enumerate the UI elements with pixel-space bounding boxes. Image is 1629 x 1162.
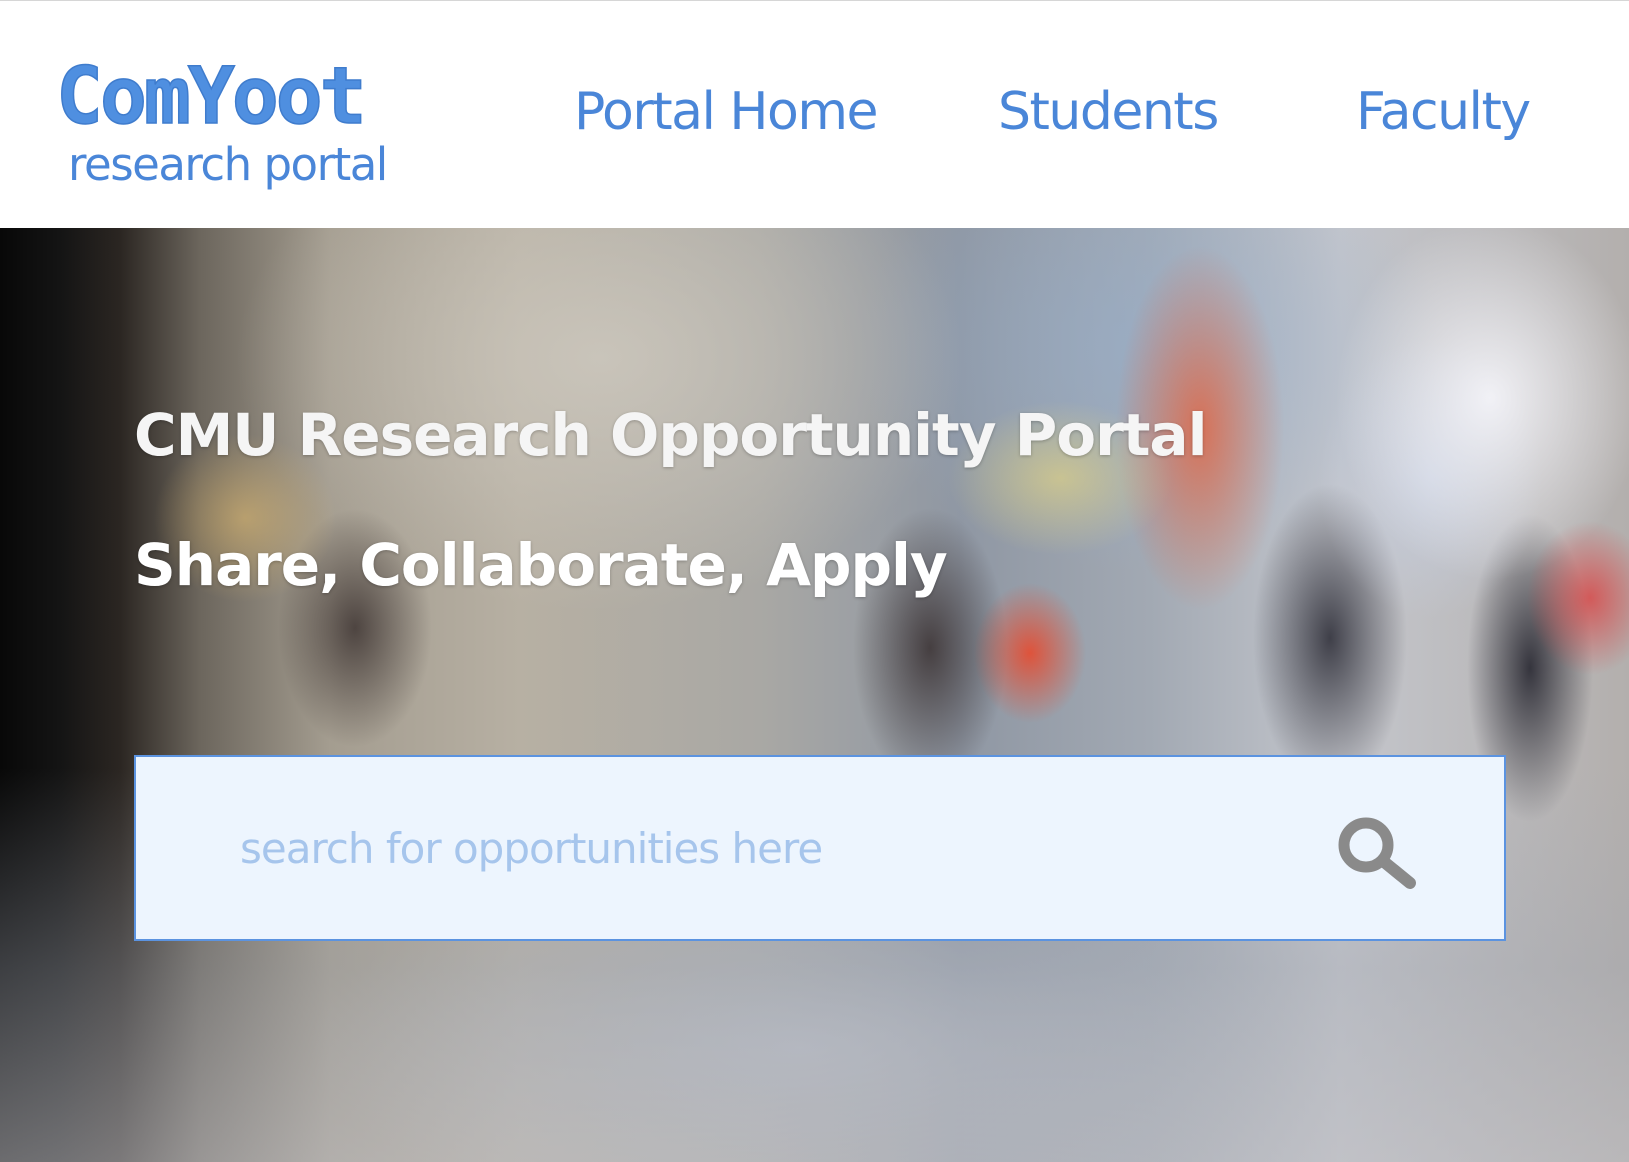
logo-tagline: research portal (68, 138, 388, 191)
site-logo[interactable]: ComYoot research portal (55, 52, 406, 197)
hero-banner: CMU Research Opportunity Portal Share, C… (0, 228, 1629, 1162)
logo-wordmark: ComYoot (55, 52, 367, 142)
hero-title: CMU Research Opportunity Portal (134, 401, 1207, 469)
search-input[interactable] (240, 805, 1300, 891)
search-icon (1332, 813, 1424, 893)
nav-faculty[interactable]: Faculty (1356, 75, 1531, 149)
nav-students[interactable]: Students (998, 75, 1219, 149)
site-header: ComYoot research portal Portal Home Stud… (0, 0, 1629, 228)
nav-portal-home[interactable]: Portal Home (574, 75, 879, 149)
hero-subtitle: Share, Collaborate, Apply (134, 531, 948, 599)
search-button[interactable] (1332, 813, 1424, 893)
search-bar (134, 755, 1506, 941)
